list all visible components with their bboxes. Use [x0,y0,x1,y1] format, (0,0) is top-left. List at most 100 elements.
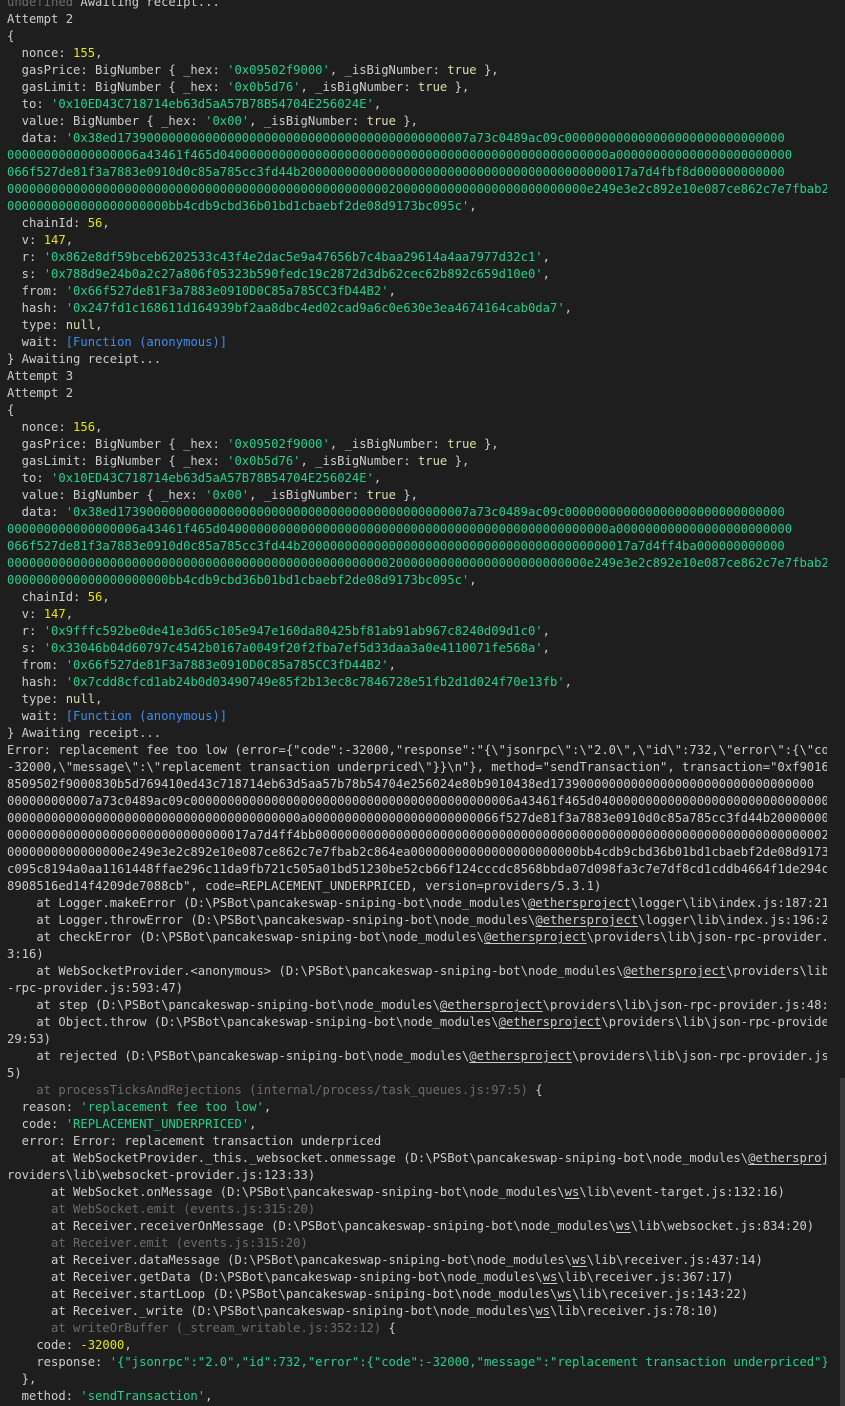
line-segment: 0000000000000000000000bb4cdb9cbd36b01bd1… [7,573,470,587]
line-segment: to: [7,97,52,111]
line-segment: at checkError (D:\PSBot\pancakeswap-snip… [7,930,484,944]
terminal-line: at WebSocketProvider.<anonymous> (D:\PSB… [7,963,827,980]
terminal-line: 5) [7,1065,827,1082]
line-segment: 8908516ed14f4209de7088cb", code=REPLACEM… [7,879,602,893]
terminal-line: wait: [Function (anonymous)] [7,334,827,351]
line-segment: -rpc-provider.js:593:47) [7,981,184,995]
line-segment: at Receiver.receiverOnMessage (D:\PSBot\… [7,1219,617,1233]
line-segment: 156 [73,420,96,434]
terminal-line: gasLimit: BigNumber { _hex: '0x0b5d76', … [7,453,827,470]
line-segment: , [542,267,550,281]
terminal-line: roviders\lib\websocket-provider.js:123:3… [7,1167,827,1184]
line-segment: @ethersproject [623,964,727,978]
line-segment: gasPrice: BigNumber { _hex: [7,437,228,451]
line-segment: , [373,97,382,111]
line-segment: 000000000007a73c0489ac09c000000000000000… [7,794,827,808]
terminal-line: at WebSocket.emit (events.js:315:20) [7,1201,827,1218]
line-segment: c095c8194a0aa1161448ffae296c11da9fb721c5… [7,862,827,876]
line-segment: '0x10ED43C718714eb63d5aA57B78B54704E2560… [51,471,374,485]
line-segment: at step (D:\PSBot\pancakeswap-sniping-bo… [7,998,440,1012]
terminal-line: at WebSocket.onMessage (D:\PSBot\pancake… [7,1184,827,1201]
scrollbar[interactable] [831,0,845,1406]
line-segment: true [447,437,477,451]
line-segment: '0x788d9e24b0a2c27a806f05323b590fedc19c2… [43,267,543,281]
terminal-line: wait: [Function (anonymous)] [7,708,827,725]
line-segment: \lib\websocket.js:834:20) [630,1219,815,1233]
line-segment: \logger\lib\index.js:187:21) [630,896,827,910]
line-segment: at rejected (D:\PSBot\pancakeswap-snipin… [7,1049,470,1063]
line-segment: gasLimit: BigNumber { _hex: [7,80,228,94]
line-segment: chainId: [7,590,88,604]
line-segment: code: [7,1338,81,1352]
line-segment: '0x00' [205,114,250,128]
terminal-line: chainId: 56, [7,589,827,606]
line-segment: 0000000000000000000000000000000000000000… [7,811,827,825]
line-segment: '0x10ED43C718714eb63d5aA57B78B54704E2560… [51,97,374,111]
line-segment: , [65,233,74,247]
line-segment: 000000000000000006a43461f465d04000000000… [7,148,793,162]
line-segment: \lib\receiver.js:367:17) [557,1270,734,1284]
terminal-line: at Receiver.startLoop (D:\PSBot\pancakes… [7,1286,827,1303]
line-segment: gasLimit: BigNumber { _hex: [7,454,228,468]
line-segment: at Receiver.startLoop (D:\PSBot\pancakes… [7,1287,558,1301]
line-segment: 147 [43,607,66,621]
line-segment: error: Error: replacement transaction un… [7,1134,382,1148]
line-segment: 000000000000000006a43461f465d04000000000… [7,522,793,536]
terminal-line: v: 147, [7,232,827,249]
line-segment: , _isBigNumber: [329,437,448,451]
line-segment: \lib\receiver.js:143:22) [572,1287,749,1301]
line-segment: \providers\lib\json-rpc-provider.js: [601,1015,827,1029]
terminal-line: hash: '0x7cdd8cfcd1ab24b0d03490749e85f2b… [7,674,827,691]
terminal-line: c095c8194a0aa1161448ffae296c11da9fb721c5… [7,861,827,878]
line-segment: 56 [87,590,103,604]
line-segment: { [7,29,15,43]
terminal-line: at writeOrBuffer (_stream_writable.js:35… [7,1320,827,1337]
terminal-line: 0000000000000000000000000000000000000000… [7,181,827,198]
terminal-line: at Receiver._write (D:\PSBot\pancakeswap… [7,1303,827,1320]
line-segment: @ethersproject [748,1151,827,1165]
terminal-line: data: '0x38ed173900000000000000000000000… [7,130,827,147]
line-segment: @ethersproject [535,913,639,927]
line-segment: at WebSocket.emit (events.js:315:20) [7,1202,316,1216]
line-segment: , [95,420,103,434]
line-segment: , [542,624,550,638]
line-segment: [Function (anonymous)] [65,709,228,723]
line-segment: '0x9fffc592be0de41e3d65c105e947e160da804… [43,624,543,638]
line-segment: wait: [7,335,66,349]
line-segment: v: [7,233,44,247]
line-segment: '0x0b5d76' [227,80,301,94]
line-segment: \providers\lib\json-rpc-provider.js:10 [586,930,827,944]
line-segment: ws [564,1185,580,1199]
terminal-output[interactable]: undefined Awaiting receipt... Attempt 2{ … [0,0,845,1406]
line-segment: null [65,318,96,332]
terminal-line: Error: replacement fee too low (error={"… [7,742,827,759]
line-segment: }, [476,63,499,77]
terminal-line: 0000000000000000000000bb4cdb9cbd36b01bd1… [7,198,827,215]
terminal-line: s: '0x33046b04d60797c4542b0167a0049f20f2… [7,640,827,657]
line-segment: }, [447,80,470,94]
terminal-line: { [7,402,827,419]
line-segment: data: [7,131,66,145]
terminal-line: at Receiver.getData (D:\PSBot\pancakeswa… [7,1269,827,1286]
line-segment: , [388,658,396,672]
line-segment: Attempt 3 [7,369,74,383]
line-segment: @ethersproject [469,1049,572,1063]
line-segment: to: [7,471,52,485]
line-segment: }, [447,454,470,468]
line-segment: } Awaiting receipt... [7,352,162,366]
line-segment: Attempt 2 [7,386,74,400]
terminal-line: Attempt 2 [7,385,827,402]
terminal-line: }, [7,1371,827,1388]
line-segment: s: [7,641,44,655]
terminal-line: gasPrice: BigNumber { _hex: '0x09502f900… [7,62,827,79]
line-segment: 0000000000000000000000000000000000000000… [7,556,827,570]
line-segment: 29:53) [7,1032,52,1046]
line-segment: 066f527de81f3a7883e0910d0c85a785cc3fd44b… [7,539,785,553]
line-segment: type: [7,692,66,706]
line-segment: type: [7,318,66,332]
scrollbar-thumb[interactable] [840,1078,845,1406]
line-segment: \providers\lib\json-rpc-provider.js:21:6 [572,1049,827,1063]
terminal-line: chainId: 56, [7,215,827,232]
line-segment: , [564,675,572,689]
terminal-line: at checkError (D:\PSBot\pancakeswap-snip… [7,929,827,946]
